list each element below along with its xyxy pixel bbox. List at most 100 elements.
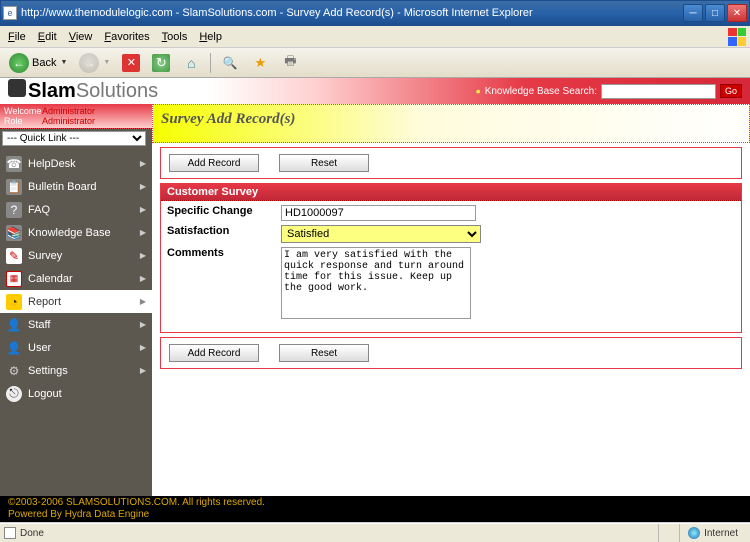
chevron-down-icon: ▼ — [103, 59, 110, 66]
reset-button[interactable]: Reset — [279, 154, 369, 172]
comments-textarea[interactable]: I am very satisfied with the quick respo… — [281, 247, 471, 319]
specific-change-input[interactable] — [281, 205, 476, 221]
sidebar-item-label: Survey — [28, 250, 62, 262]
ie-favicon: e — [3, 6, 17, 20]
windows-logo-icon — [728, 28, 746, 46]
user-icon: 👤 — [6, 340, 22, 356]
satisfaction-select[interactable]: Satisfied — [281, 225, 481, 243]
window-title: http://www.themodulelogic.com - SlamSolu… — [21, 7, 683, 19]
go-button[interactable]: Go — [720, 84, 742, 98]
document-icon — [4, 527, 16, 539]
sidebar-item-survey[interactable]: ✎Survey▶ — [0, 244, 152, 267]
print-icon: 🖶 — [281, 54, 299, 72]
sidebar-item-label: User — [28, 342, 51, 354]
chevron-right-icon: ▶ — [140, 320, 146, 329]
logo-solutions: Solutions — [76, 80, 158, 103]
survey-icon: ✎ — [6, 248, 22, 264]
sidebar: WelcomeAdministrator RoleAdministrator -… — [0, 104, 152, 496]
sidebar-item-report[interactable]: ◔Report▶ — [0, 290, 152, 313]
back-button[interactable]: ← Back ▼ — [4, 52, 72, 74]
chevron-right-icon: ▶ — [140, 182, 146, 191]
toolbar: ← Back ▼ → ▼ ✕ ↻ ⌂ 🔍 ★ 🖶 — [0, 48, 750, 78]
minimize-button[interactable]: ─ — [683, 4, 703, 22]
chevron-right-icon: ▶ — [140, 228, 146, 237]
role-label: Role — [4, 116, 42, 126]
specific-change-label: Specific Change — [165, 205, 281, 221]
kb-search-input[interactable] — [601, 84, 716, 99]
maximize-button[interactable]: □ — [705, 4, 725, 22]
forward-button[interactable]: → ▼ — [74, 52, 115, 74]
refresh-button[interactable]: ↻ — [147, 52, 175, 74]
sidebar-item-label: HelpDesk — [28, 158, 76, 170]
logo-slam: Slam — [28, 80, 76, 103]
zone-label: Internet — [704, 528, 738, 539]
chevron-right-icon: ▶ — [140, 274, 146, 283]
bullet-icon: • — [476, 83, 481, 99]
sidebar-item-kb[interactable]: 📚 Knowledge Base ▶ — [0, 221, 152, 244]
sidebar-item-settings[interactable]: ⚙Settings▶ — [0, 359, 152, 382]
bulletin-icon: 📋 — [6, 179, 22, 195]
menu-edit[interactable]: Edit — [32, 29, 63, 45]
add-record-button[interactable]: Add Record — [169, 344, 259, 362]
button-row-top: Add Record Reset — [160, 147, 742, 179]
main-content: Survey Add Record(s) Add Record Reset Cu… — [152, 104, 750, 496]
footer-copyright: ©2003-2006 SLAMSOLUTIONS.COM. All rights… — [8, 497, 742, 509]
helpdesk-icon: ☎ — [6, 156, 22, 172]
kb-icon: 📚 — [6, 225, 22, 241]
refresh-icon: ↻ — [152, 54, 170, 72]
quicklink-wrap: --- Quick Link --- — [2, 131, 150, 146]
favorites-button[interactable]: ★ — [246, 52, 274, 74]
sidebar-item-logout[interactable]: ⎋Logout — [0, 382, 152, 405]
close-button[interactable]: ✕ — [727, 4, 747, 22]
menu-favorites[interactable]: Favorites — [98, 29, 155, 45]
sidebar-item-calendar[interactable]: ▦Calendar▶ — [0, 267, 152, 290]
content-viewport: Slam Solutions • Knowledge Base Search: … — [0, 78, 750, 523]
menu-file[interactable]: File — [2, 29, 32, 45]
window-titlebar: e http://www.themodulelogic.com - SlamSo… — [0, 0, 750, 26]
sidebar-item-faq[interactable]: ?FAQ▶ — [0, 198, 152, 221]
chevron-right-icon: ▶ — [140, 205, 146, 214]
chevron-right-icon: ▶ — [140, 343, 146, 352]
menu-help[interactable]: Help — [193, 29, 228, 45]
sidebar-item-staff[interactable]: 👤Staff▶ — [0, 313, 152, 336]
calendar-icon: ▦ — [6, 271, 22, 287]
search-icon: 🔍 — [221, 54, 239, 72]
satisfaction-label: Satisfaction — [165, 225, 281, 243]
logout-icon: ⎋ — [6, 386, 22, 402]
app-header: Slam Solutions • Knowledge Base Search: … — [0, 78, 750, 104]
role-value: Administrator — [42, 116, 95, 126]
sidebar-item-helpdesk[interactable]: ☎HelpDesk▶ — [0, 152, 152, 175]
back-icon: ← — [9, 53, 29, 73]
chevron-down-icon: ▼ — [60, 59, 67, 66]
menu-bar: File Edit View Favorites Tools Help — [0, 26, 750, 48]
reset-button[interactable]: Reset — [279, 344, 369, 362]
add-record-button[interactable]: Add Record — [169, 154, 259, 172]
sidebar-item-label: Staff — [28, 319, 50, 331]
sidebar-item-label: Knowledge Base — [28, 227, 111, 239]
search-button[interactable]: 🔍 — [216, 52, 244, 74]
menu-view[interactable]: View — [63, 29, 99, 45]
chevron-right-icon: ▶ — [140, 366, 146, 375]
home-button[interactable]: ⌂ — [177, 52, 205, 74]
sidebar-item-bulletin[interactable]: 📋Bulletin Board▶ — [0, 175, 152, 198]
kb-search-group: • Knowledge Base Search: Go — [476, 83, 742, 99]
print-button[interactable]: 🖶 — [276, 52, 304, 74]
welcome-user: Administrator — [42, 106, 95, 116]
sidebar-item-user[interactable]: 👤 User ▶ — [0, 336, 152, 359]
home-icon: ⌂ — [182, 54, 200, 72]
footer-engine: Powered By Hydra Data Engine — [8, 509, 742, 521]
menu-tools[interactable]: Tools — [156, 29, 194, 45]
status-zone: Internet — [679, 524, 746, 542]
stop-button[interactable]: ✕ — [117, 52, 145, 74]
quicklink-select[interactable]: --- Quick Link --- — [2, 131, 146, 146]
app-logo: Slam Solutions — [8, 79, 476, 103]
star-icon: ★ — [251, 54, 269, 72]
stop-icon: ✕ — [122, 54, 140, 72]
welcome-label: Welcome — [4, 106, 42, 116]
kb-search-label: Knowledge Base Search: — [485, 86, 597, 97]
sidebar-item-label: Settings — [28, 365, 68, 377]
back-label: Back — [32, 57, 56, 69]
comments-label: Comments — [165, 247, 281, 322]
toolbar-separator — [210, 53, 211, 73]
report-icon: ◔ — [6, 294, 22, 310]
